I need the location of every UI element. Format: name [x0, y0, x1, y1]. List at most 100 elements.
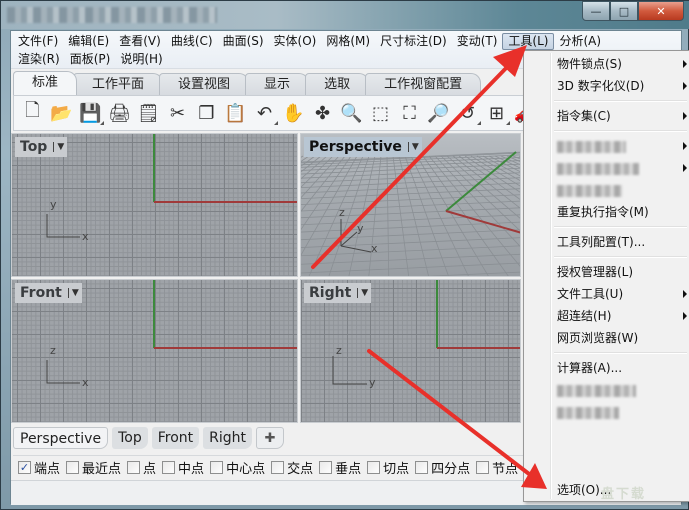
menu-item-obscured[interactable]	[526, 179, 689, 201]
osnap-option[interactable]: 垂点	[319, 458, 361, 477]
minimize-button[interactable]: —	[582, 1, 610, 21]
osnap-checkbox[interactable]	[415, 461, 429, 474]
menu-item-obscured[interactable]	[526, 379, 689, 401]
osnap-checkbox[interactable]	[127, 461, 141, 474]
osnap-checkbox[interactable]	[319, 461, 333, 474]
tools-menu-item[interactable]: 3D 数字化仪(D)	[526, 75, 689, 97]
chevron-down-icon[interactable]: ▼	[407, 142, 419, 152]
maximize-icon: □	[618, 4, 630, 18]
osnap-option[interactable]: 最近点	[66, 458, 121, 477]
tools-menu-item[interactable]: 重复执行指令(M)	[526, 201, 689, 223]
tools-menu-item[interactable]: 网页浏览器(W)	[526, 327, 689, 349]
chevron-down-icon[interactable]: ▼	[53, 142, 64, 152]
tools-menu-item[interactable]: 物件锁点(S)	[526, 53, 689, 75]
toolbar-tab[interactable]: 标准	[13, 71, 78, 95]
menu-item-obscured[interactable]	[526, 135, 689, 157]
osnap-option[interactable]: 四分点	[415, 458, 470, 477]
menu-row1-item[interactable]: 实体(O)	[269, 33, 322, 50]
osnap-checkbox[interactable]	[162, 461, 176, 474]
viewport-title-right[interactable]: Right ▼	[304, 283, 372, 303]
four-viewports-button[interactable]: ⊞	[482, 99, 511, 127]
chevron-down-icon[interactable]: ▼	[357, 288, 368, 298]
menu-row1-item[interactable]: 曲线(C)	[166, 33, 218, 50]
copy-button[interactable]: ❐	[192, 99, 221, 127]
close-button[interactable]: ✕	[638, 1, 684, 21]
menu-row1-item[interactable]: 网格(M)	[321, 33, 375, 50]
osnap-checkbox[interactable]: ✓	[18, 461, 31, 474]
rotate-view-button[interactable]: ✤	[308, 99, 337, 127]
undo-button[interactable]: ↶	[250, 99, 279, 127]
open-folder-button[interactable]: 📂	[47, 99, 76, 127]
print-button[interactable]: 🖨	[105, 99, 134, 127]
viewport-top[interactable]: y x Top ▼	[11, 133, 298, 277]
viewport-tab[interactable]: Right	[203, 427, 253, 449]
rotate-view-icon: ✤	[314, 102, 331, 124]
tools-menu-item[interactable]: 授权管理器(L)	[526, 261, 689, 283]
viewport-tab[interactable]: Top	[112, 427, 148, 449]
osnap-label: 点	[143, 462, 157, 477]
toolbar-tab[interactable]: 工作平面	[73, 73, 164, 95]
osnap-checkbox[interactable]	[476, 461, 490, 474]
toolbar-tab[interactable]: 显示	[245, 73, 310, 95]
menu-row1-item[interactable]: 曲面(S)	[218, 33, 269, 50]
zoom-window-button[interactable]: ⬚	[366, 99, 395, 127]
osnap-option[interactable]: 节点	[476, 458, 518, 477]
viewport-title-perspective[interactable]: Perspective ▼	[304, 137, 422, 157]
menu-row1-item[interactable]: 文件(F)	[13, 33, 63, 50]
viewport-perspective[interactable]: z y x Perspective ▼	[300, 133, 521, 277]
osnap-option[interactable]: 切点	[367, 458, 409, 477]
tools-menu-item[interactable]: 超连结(H)	[526, 305, 689, 327]
osnap-label: 交点	[287, 462, 314, 477]
axis-gizmo	[46, 214, 80, 238]
toolbar-tab[interactable]: 选取	[305, 73, 370, 95]
title-bar[interactable]: — □ ✕	[1, 1, 689, 29]
menu-row2-item[interactable]: 说明(H)	[115, 51, 167, 68]
osnap-option[interactable]: 中点	[162, 458, 204, 477]
paste-button[interactable]: 📋	[221, 99, 250, 127]
zoom-dynamic-button[interactable]: 🔍	[337, 99, 366, 127]
save-button[interactable]: 💾	[76, 99, 105, 127]
tools-menu-item[interactable]: 文件工具(U)	[526, 283, 689, 305]
osnap-checkbox[interactable]	[271, 461, 285, 474]
osnap-option[interactable]: 中心点	[210, 458, 265, 477]
toolbar-tab[interactable]: 工作视窗配置	[365, 73, 482, 95]
osnap-option[interactable]: 点	[127, 458, 156, 477]
osnap-checkbox[interactable]	[66, 461, 80, 474]
new-file-button[interactable]: 🗋	[18, 99, 47, 127]
menu-item-obscured[interactable]	[526, 157, 689, 179]
menu-row1-item[interactable]: 分析(A)	[554, 33, 606, 50]
menu-item-obscured[interactable]	[526, 401, 689, 423]
maximize-button[interactable]: □	[610, 1, 638, 21]
tools-menu-item[interactable]: 工具列配置(T)...	[526, 231, 689, 253]
zoom-extents-button[interactable]: ⛶	[395, 99, 424, 127]
menu-row2-item[interactable]: 面板(P)	[65, 51, 116, 68]
menu-row1-item[interactable]: 变动(T)	[452, 33, 503, 50]
menu-row1-item[interactable]: 编辑(E)	[63, 33, 114, 50]
osnap-option[interactable]: 交点	[271, 458, 313, 477]
add-viewport-tab-button[interactable]: ✚	[256, 427, 285, 449]
cut-button[interactable]: ✂	[163, 99, 192, 127]
undo-view-button[interactable]: ↺	[453, 99, 482, 127]
viewport-tab[interactable]: Perspective	[13, 427, 109, 449]
menu-row1-item[interactable]: 尺寸标注(D)	[375, 33, 452, 50]
chevron-down-icon[interactable]: ▼	[67, 288, 79, 298]
viewport-title-front[interactable]: Front ▼	[15, 283, 82, 303]
viewport-title-top[interactable]: Top ▼	[15, 137, 68, 157]
pan-hand-button[interactable]: ✋	[279, 99, 308, 127]
menu-row1-item[interactable]: 工具(L)	[502, 33, 555, 50]
menu-row1-item[interactable]: 查看(V)	[114, 33, 166, 50]
tools-menu-item[interactable]: 计算器(A)...	[526, 357, 689, 379]
import-button[interactable]: 🗒	[134, 99, 163, 127]
osnap-checkbox[interactable]	[210, 461, 224, 474]
zoom-selected-button[interactable]: 🔎	[424, 99, 453, 127]
viewport-tab[interactable]: Front	[151, 427, 200, 449]
tools-menu-item[interactable]: 指令集(C)	[526, 105, 689, 127]
osnap-option[interactable]: ✓ 端点	[18, 458, 60, 477]
toolbar-tab[interactable]: 设置视图	[159, 73, 250, 95]
flyout-indicator	[100, 121, 104, 125]
obscured-label	[557, 384, 636, 397]
viewport-front[interactable]: z x Front ▼	[11, 279, 298, 423]
osnap-checkbox[interactable]	[367, 461, 381, 474]
viewport-right[interactable]: z y Right ▼	[300, 279, 521, 423]
menu-row2-item[interactable]: 渲染(R)	[13, 51, 65, 68]
